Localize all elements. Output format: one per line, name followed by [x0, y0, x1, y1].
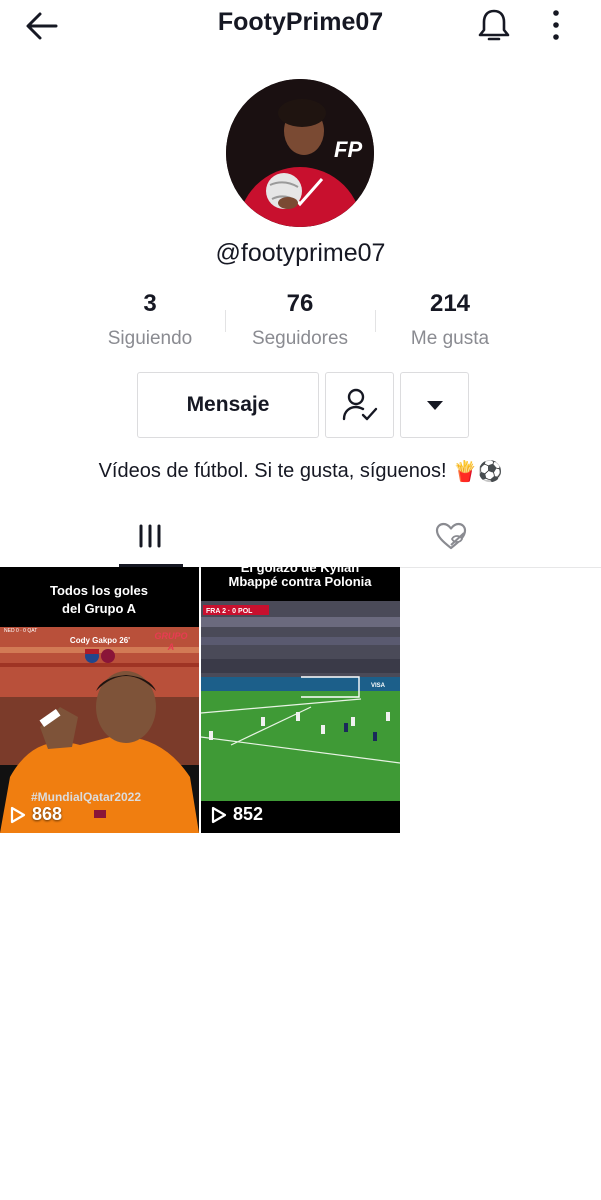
profile-tabs: [0, 505, 601, 568]
video-title-line1: Todos los goles: [50, 583, 148, 598]
tab-liked[interactable]: [301, 505, 601, 567]
view-count-value: 852: [233, 804, 264, 824]
video-badge-line2: A: [167, 642, 175, 652]
stat-followers-label: Seguidores: [251, 328, 349, 349]
play-icon: [10, 806, 26, 823]
message-button[interactable]: Mensaje: [137, 372, 319, 438]
avatar[interactable]: FP: [226, 79, 374, 227]
notifications-button[interactable]: [474, 6, 514, 44]
heart-hidden-icon: [435, 522, 467, 550]
bio-emojis: 🍟⚽: [452, 461, 503, 483]
stat-likes-label: Me gusta: [410, 328, 490, 349]
video-thumbnail[interactable]: El golazo de Kylian Mbappé contra Poloni…: [201, 567, 400, 833]
stat-following-label: Siguiendo: [107, 328, 193, 349]
bio-text: Vídeos de fútbol. Si te gusta, síguenos!: [98, 460, 447, 482]
video-badge-line1: GRUPO: [154, 631, 187, 641]
stat-followers[interactable]: 76 Seguidores: [225, 290, 375, 350]
avatar-image: FP: [226, 79, 374, 227]
view-count-value: 868: [32, 804, 63, 824]
video-player-tag: Cody Gakpo 26': [70, 636, 130, 645]
stat-followers-value: 76: [286, 290, 314, 317]
avatar-badge-text: FP: [334, 137, 362, 162]
stat-following-value: 3: [143, 290, 157, 317]
video-thumbnail[interactable]: Todos los goles del Grupo A NED 0 · 0 QA…: [0, 567, 199, 833]
more-vertical-icon: [553, 10, 559, 40]
view-count: 868: [10, 804, 62, 825]
stat-likes[interactable]: 214 Me gusta: [375, 290, 525, 350]
top-bar: FootyPrime07: [0, 0, 601, 50]
back-button[interactable]: [22, 8, 62, 44]
video-preview-image: Todos los goles del Grupo A NED 0 · 0 QA…: [0, 567, 199, 833]
more-options-button[interactable]: [540, 6, 572, 44]
stat-likes-value: 214: [429, 290, 471, 317]
stat-following[interactable]: 3 Siguiendo: [75, 290, 225, 350]
bio: Vídeos de fútbol. Si te gusta, síguenos!…: [0, 459, 601, 484]
caret-down-icon: [426, 401, 443, 410]
video-hashtag: #MundialQatar2022: [31, 790, 141, 804]
play-icon: [211, 806, 227, 823]
tab-videos[interactable]: [0, 505, 300, 567]
view-count: 852: [211, 804, 263, 825]
video-title-line2: del Grupo A: [62, 601, 137, 616]
bell-icon: [478, 9, 510, 41]
video-title-line2: Mbappé contra Polonia: [228, 574, 372, 589]
username: @footyprime07: [215, 239, 386, 267]
grid-icon: [139, 524, 161, 548]
suggestions-dropdown-button[interactable]: [400, 372, 469, 438]
message-button-label: Mensaje: [186, 393, 270, 416]
video-scoreboard: FRA 2 · 0 POL: [206, 608, 253, 615]
arrow-left-icon: [26, 12, 58, 40]
user-check-icon: [342, 388, 377, 421]
following-button[interactable]: [325, 372, 394, 438]
video-scoreboard: NED 0 · 0 QAT: [4, 628, 37, 634]
video-sponsor: VISA: [371, 683, 386, 689]
video-preview-image: El golazo de Kylian Mbappé contra Poloni…: [201, 567, 400, 833]
